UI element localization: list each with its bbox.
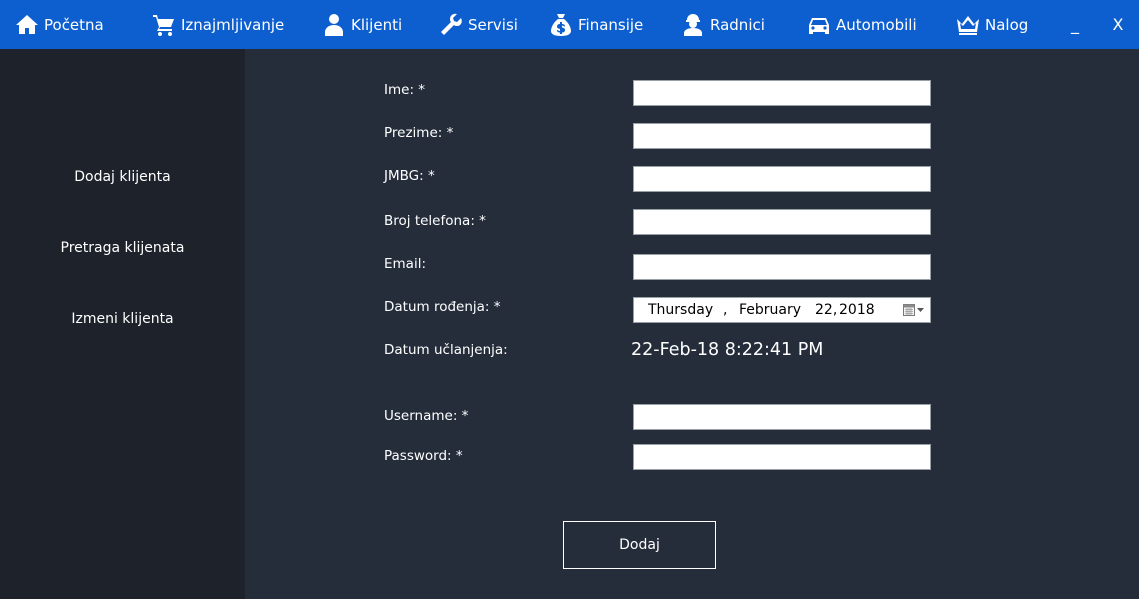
password-input[interactable]: [633, 444, 931, 470]
nav-item-label: Početna: [44, 15, 104, 34]
nav-item-klijenti[interactable]: Klijenti: [322, 0, 402, 49]
datum-rodjenja-label: Datum rođenja: *: [384, 299, 501, 315]
jmbg-input[interactable]: [633, 166, 931, 192]
datum-uclanjenja-label: Datum učlanjenja:: [384, 342, 508, 358]
email-label: Email:: [384, 256, 427, 272]
nav-item-nalog[interactable]: Nalog: [956, 0, 1028, 49]
close-button[interactable]: X: [1106, 0, 1130, 49]
nav-item-label: Nalog: [985, 15, 1029, 34]
crown-icon: [957, 15, 979, 35]
nav-item-label: Finansije: [578, 15, 644, 34]
nav-item-pocetna[interactable]: Početna: [15, 0, 104, 49]
prezime-label: Prezime: *: [384, 125, 454, 141]
nav-item-servisi[interactable]: Servisi: [439, 0, 518, 49]
date-separator: ,: [723, 302, 728, 318]
birth-date-picker[interactable]: Thursday , February 22, 2018: [633, 297, 931, 323]
nav-item-label: Automobili: [836, 15, 917, 34]
cart-icon: [153, 14, 174, 36]
date-month: February: [739, 302, 802, 318]
nav-item-iznajmljivanje[interactable]: Iznajmljivanje: [152, 0, 284, 49]
username-input[interactable]: [633, 404, 931, 430]
nav-item-automobili[interactable]: Automobili: [807, 0, 917, 49]
ime-label: Ime: *: [384, 82, 426, 98]
date-weekday: Thursday: [648, 302, 714, 318]
wrench-icon: [441, 13, 462, 35]
nav-item-label: Klijenti: [351, 15, 403, 34]
jmbg-label: JMBG: *: [384, 168, 435, 184]
home-icon: [16, 14, 38, 34]
ime-input[interactable]: [633, 80, 931, 106]
email-input[interactable]: [633, 254, 931, 280]
minimize-button[interactable]: _: [1063, 0, 1087, 49]
sidebar-item-dodaj-klijenta[interactable]: Dodaj klijenta: [0, 162, 245, 192]
password-label: Password: *: [384, 448, 463, 464]
nav-item-label: Servisi: [468, 15, 518, 34]
sidebar-item-pretraga-klijenata[interactable]: Pretraga klijenata: [0, 233, 245, 263]
telefon-label: Broj telefona: *: [384, 213, 486, 229]
calendar-dropdown-icon[interactable]: [902, 302, 926, 318]
sidebar: Dodaj klijenta Pretraga klijenata Izmeni…: [0, 49, 245, 599]
nav-item-label: Radnici: [710, 15, 765, 34]
prezime-input[interactable]: [633, 123, 931, 149]
date-day: 22,: [815, 302, 838, 318]
nav-item-radnici[interactable]: Radnici: [681, 0, 765, 49]
dodaj-button[interactable]: Dodaj: [563, 521, 716, 569]
worker-icon: [684, 13, 702, 36]
telefon-input[interactable]: [633, 209, 931, 235]
join-date-value: 22-Feb-18 8:22:41 PM: [631, 340, 824, 360]
car-icon: [809, 17, 829, 34]
user-icon: [325, 13, 343, 36]
username-label: Username: *: [384, 408, 469, 424]
money-bag-icon: [551, 13, 571, 36]
nav-item-label: Iznajmljivanje: [181, 15, 285, 34]
sidebar-item-izmeni-klijenta[interactable]: Izmeni klijenta: [0, 304, 245, 334]
top-navigation-bar: Početna Iznajmljivanje Klijenti Servisi …: [0, 0, 1139, 49]
nav-item-finansije[interactable]: Finansije: [549, 0, 643, 49]
date-year: 2018: [839, 302, 875, 318]
